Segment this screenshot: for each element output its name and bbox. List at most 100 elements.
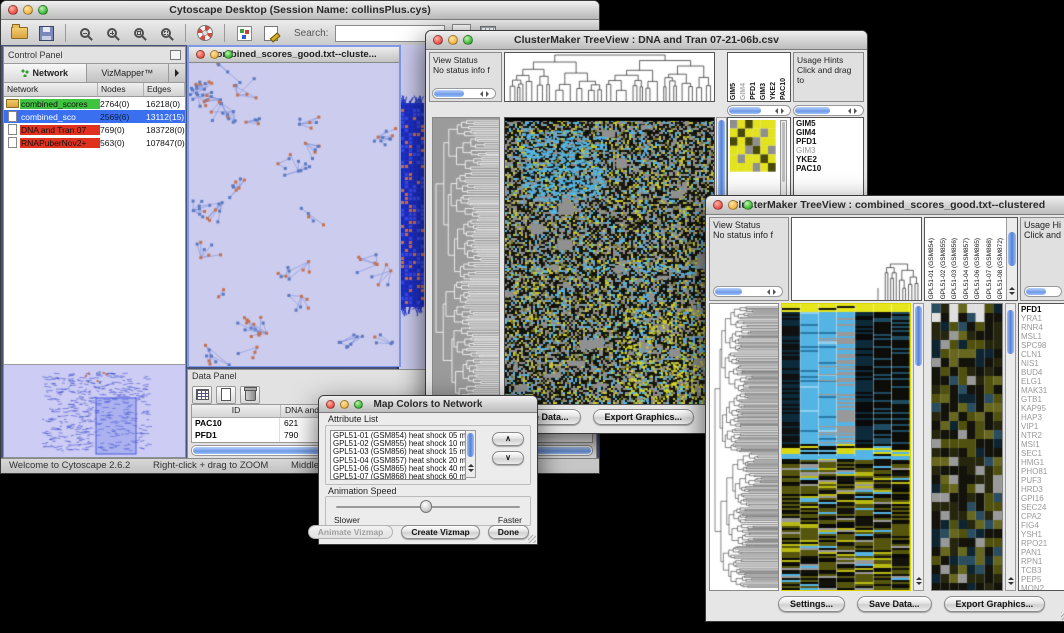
gene-label[interactable]: NIS1 (1021, 359, 1064, 368)
column-label[interactable]: GPL51-02 (GSM855) (939, 238, 950, 299)
gene-label[interactable]: YKE2 (796, 155, 861, 164)
gene-label[interactable]: RNR4 (1021, 323, 1064, 332)
usage-scrollbar[interactable] (1024, 286, 1062, 297)
genelist-vscrollbar[interactable] (1005, 303, 1016, 591)
scroll-up-icon[interactable] (916, 574, 922, 580)
labels-scrollbar[interactable] (727, 105, 791, 116)
scroll-left-icon[interactable] (764, 289, 770, 295)
column-label[interactable]: GPL51-04 (GSM857) (962, 238, 973, 299)
scroll-down-icon[interactable] (916, 582, 922, 588)
create-vizmap-button[interactable]: Create Vizmap (401, 525, 479, 539)
gene-label[interactable]: HMG1 (1021, 458, 1064, 467)
heatmap-canvas[interactable] (505, 118, 714, 404)
tab-network[interactable]: Network (4, 64, 87, 82)
scroll-left-icon[interactable] (845, 108, 851, 114)
column-label[interactable]: YKE2 (769, 82, 778, 100)
column-dendrogram-canvas[interactable] (792, 218, 921, 300)
gene-label[interactable]: ELG1 (1021, 377, 1064, 386)
scroll-right-icon[interactable] (854, 108, 860, 114)
gene-label[interactable]: GIM4 (796, 128, 861, 137)
resize-grip[interactable] (528, 535, 536, 543)
gene-label[interactable]: GPI16 (1021, 494, 1064, 503)
heatmap-panel[interactable] (781, 303, 911, 591)
scroll-thumb[interactable] (1026, 288, 1046, 295)
scroll-left-icon[interactable] (477, 91, 483, 97)
column-label[interactable]: GPL51-01 (GSM854) (927, 238, 938, 299)
gene-label[interactable]: PAN1 (1021, 548, 1064, 557)
scroll-thumb[interactable] (467, 433, 474, 457)
view-status-scrollbar[interactable] (713, 286, 783, 297)
zoom-out-button[interactable] (75, 23, 95, 43)
help-button[interactable] (195, 23, 215, 43)
move-down-button[interactable]: ∨ (492, 451, 524, 465)
column-dendrogram-panel[interactable] (504, 52, 715, 102)
heatmap-panel[interactable] (504, 117, 715, 405)
column-dendrogram-panel[interactable] (791, 217, 922, 301)
scroll-down-icon[interactable] (468, 469, 474, 475)
zoom-heatmap-canvas[interactable] (932, 304, 1002, 590)
dialog-titlebar[interactable]: Map Colors to Network (319, 396, 537, 413)
column-label[interactable]: GIM3 (759, 83, 768, 100)
scroll-thumb[interactable] (729, 107, 761, 114)
scroll-up-icon[interactable] (1009, 284, 1015, 290)
gene-label[interactable]: PFD1 (1021, 305, 1064, 314)
gene-label[interactable]: FIG4 (1021, 521, 1064, 530)
zoom-fit-button[interactable] (129, 23, 149, 43)
gene-label[interactable]: RPO21 (1021, 539, 1064, 548)
gene-label[interactable]: PHO81 (1021, 467, 1064, 476)
close-button[interactable] (196, 50, 205, 59)
scroll-right-icon[interactable] (486, 91, 492, 97)
network-list-row[interactable]: combined_scores 2764(0) 16218(0) (4, 97, 185, 110)
treeview1-titlebar[interactable]: ClusterMaker TreeView : DNA and Tran 07-… (426, 31, 867, 50)
scroll-thumb[interactable] (795, 107, 830, 114)
animate-vizmap-button[interactable]: Animate Vizmap (308, 525, 394, 539)
scroll-thumb[interactable] (1007, 310, 1014, 354)
gene-label[interactable]: MON2 (1021, 584, 1064, 591)
move-up-button[interactable]: ∧ (492, 432, 524, 446)
scroll-left-icon[interactable] (772, 108, 778, 114)
minimize-button[interactable] (210, 50, 219, 59)
scroll-thumb[interactable] (782, 122, 785, 182)
column-label[interactable]: GPL51-07 (GSM868) (985, 238, 996, 299)
zoom-button[interactable] (354, 400, 363, 409)
float-panel-icon[interactable] (170, 50, 181, 60)
gene-label[interactable]: KAP95 (1021, 404, 1064, 413)
column-label[interactable]: PAC10 (779, 78, 788, 100)
attribute-list-item[interactable]: GPL51-07 (GSM868) heat shock 60 min (333, 473, 463, 480)
gene-dendrogram-panel[interactable] (709, 303, 779, 591)
col-edges[interactable]: Edges (144, 83, 185, 96)
treeview2-button[interactable]: Export Graphics... (944, 596, 1046, 612)
gene-label[interactable]: TCB3 (1021, 566, 1064, 575)
treeview1-button[interactable]: Export Graphics... (593, 409, 695, 425)
close-button[interactable] (433, 35, 443, 45)
summary-heatmap-canvas[interactable] (730, 120, 776, 172)
zoom-heatmap-panel[interactable] (931, 303, 1003, 591)
gene-label[interactable]: SEC24 (1021, 503, 1064, 512)
delete-attribute-button[interactable] (240, 386, 260, 404)
annotation-button[interactable] (261, 23, 281, 43)
zoom-button[interactable] (38, 5, 48, 15)
column-dendrogram-canvas[interactable] (505, 53, 714, 101)
done-button[interactable]: Done (488, 525, 529, 539)
gene-dendrogram-canvas[interactable] (710, 304, 778, 590)
tabs-overflow-button[interactable] (169, 64, 185, 82)
gene-label[interactable]: SEC1 (1021, 449, 1064, 458)
labels-vscrollbar[interactable] (1006, 218, 1017, 300)
scroll-down-icon[interactable] (1008, 582, 1014, 588)
network-list-row[interactable]: RNAPuberNov2+ 563(0) 107847(0) (4, 136, 185, 149)
open-session-button[interactable] (9, 23, 29, 43)
treeview2-button[interactable]: Settings... (778, 596, 845, 612)
scroll-thumb[interactable] (715, 288, 742, 295)
column-label[interactable]: GIM5 (729, 83, 738, 100)
main-titlebar[interactable]: Cytoscape Desktop (Session Name: collins… (1, 1, 599, 20)
gene-label[interactable]: CPA2 (1021, 512, 1064, 521)
network-overview-canvas[interactable] (4, 365, 185, 456)
col-id[interactable]: ID (192, 405, 281, 417)
column-label[interactable]: GPL51-06 (GSM865) (973, 238, 984, 299)
minimize-button[interactable] (23, 5, 33, 15)
view-status-scrollbar[interactable] (432, 88, 496, 99)
zoom-button[interactable] (224, 50, 233, 59)
gene-label[interactable]: MAK31 (1021, 386, 1064, 395)
scroll-up-icon[interactable] (1008, 574, 1014, 580)
column-label[interactable]: GPL51-08 (GSM872) (996, 238, 1005, 299)
